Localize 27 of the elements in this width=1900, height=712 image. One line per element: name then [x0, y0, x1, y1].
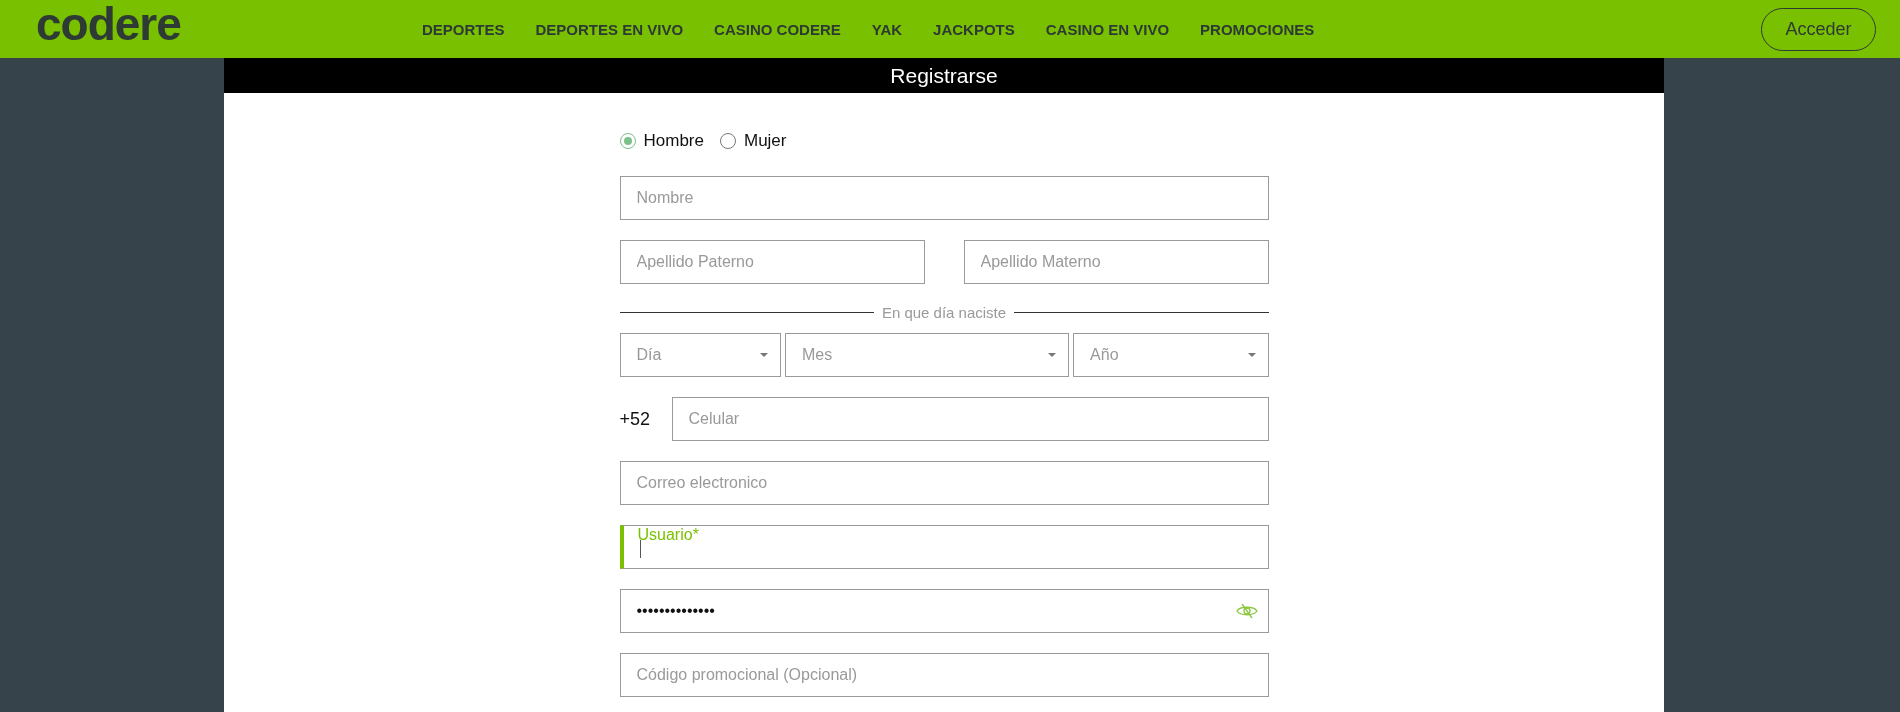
input-field[interactable]: Apellido Paterno	[619, 240, 925, 284]
eye-slash-icon[interactable]	[1235, 603, 1258, 619]
phone-prefix: +52	[619, 408, 652, 430]
input-field[interactable]: Correo electronico	[619, 461, 1269, 505]
dropdown[interactable]: Mes	[785, 333, 1070, 377]
radio-option[interactable]: Mujer	[719, 131, 787, 151]
input-field[interactable]: Celular	[671, 397, 1269, 441]
nav-link[interactable]: CASINO CODERE	[714, 20, 841, 38]
radio-option[interactable]: Hombre	[619, 131, 704, 151]
dropdown-caret-icon	[1048, 353, 1057, 357]
input-field[interactable]: Código promocional (Opcional)	[619, 653, 1269, 697]
form-title: Registrarse	[224, 58, 1664, 93]
nav-link[interactable]: DEPORTES EN VIVO	[535, 20, 684, 38]
nav-link[interactable]: DEPORTES	[422, 20, 505, 38]
dropdown-caret-icon	[1247, 353, 1256, 357]
nav-link[interactable]: PROMOCIONES	[1200, 20, 1315, 38]
password-field[interactable]: ••••••••••••••	[619, 589, 1269, 633]
dropdown-caret-icon	[760, 353, 768, 357]
section-label: En que día naciste	[881, 304, 1007, 321]
logo[interactable]: codere	[36, 1, 198, 47]
dropdown[interactable]: Año	[1073, 333, 1269, 377]
nav-link[interactable]: JACKPOTS	[933, 20, 1015, 38]
nav-link[interactable]: CASINO EN VIVO	[1045, 20, 1170, 38]
input-field[interactable]: Apellido Materno	[963, 240, 1269, 284]
input-field[interactable]: Nombre	[619, 176, 1269, 220]
nav-link[interactable]: YAK	[871, 20, 903, 38]
dropdown[interactable]: Día	[619, 333, 781, 377]
